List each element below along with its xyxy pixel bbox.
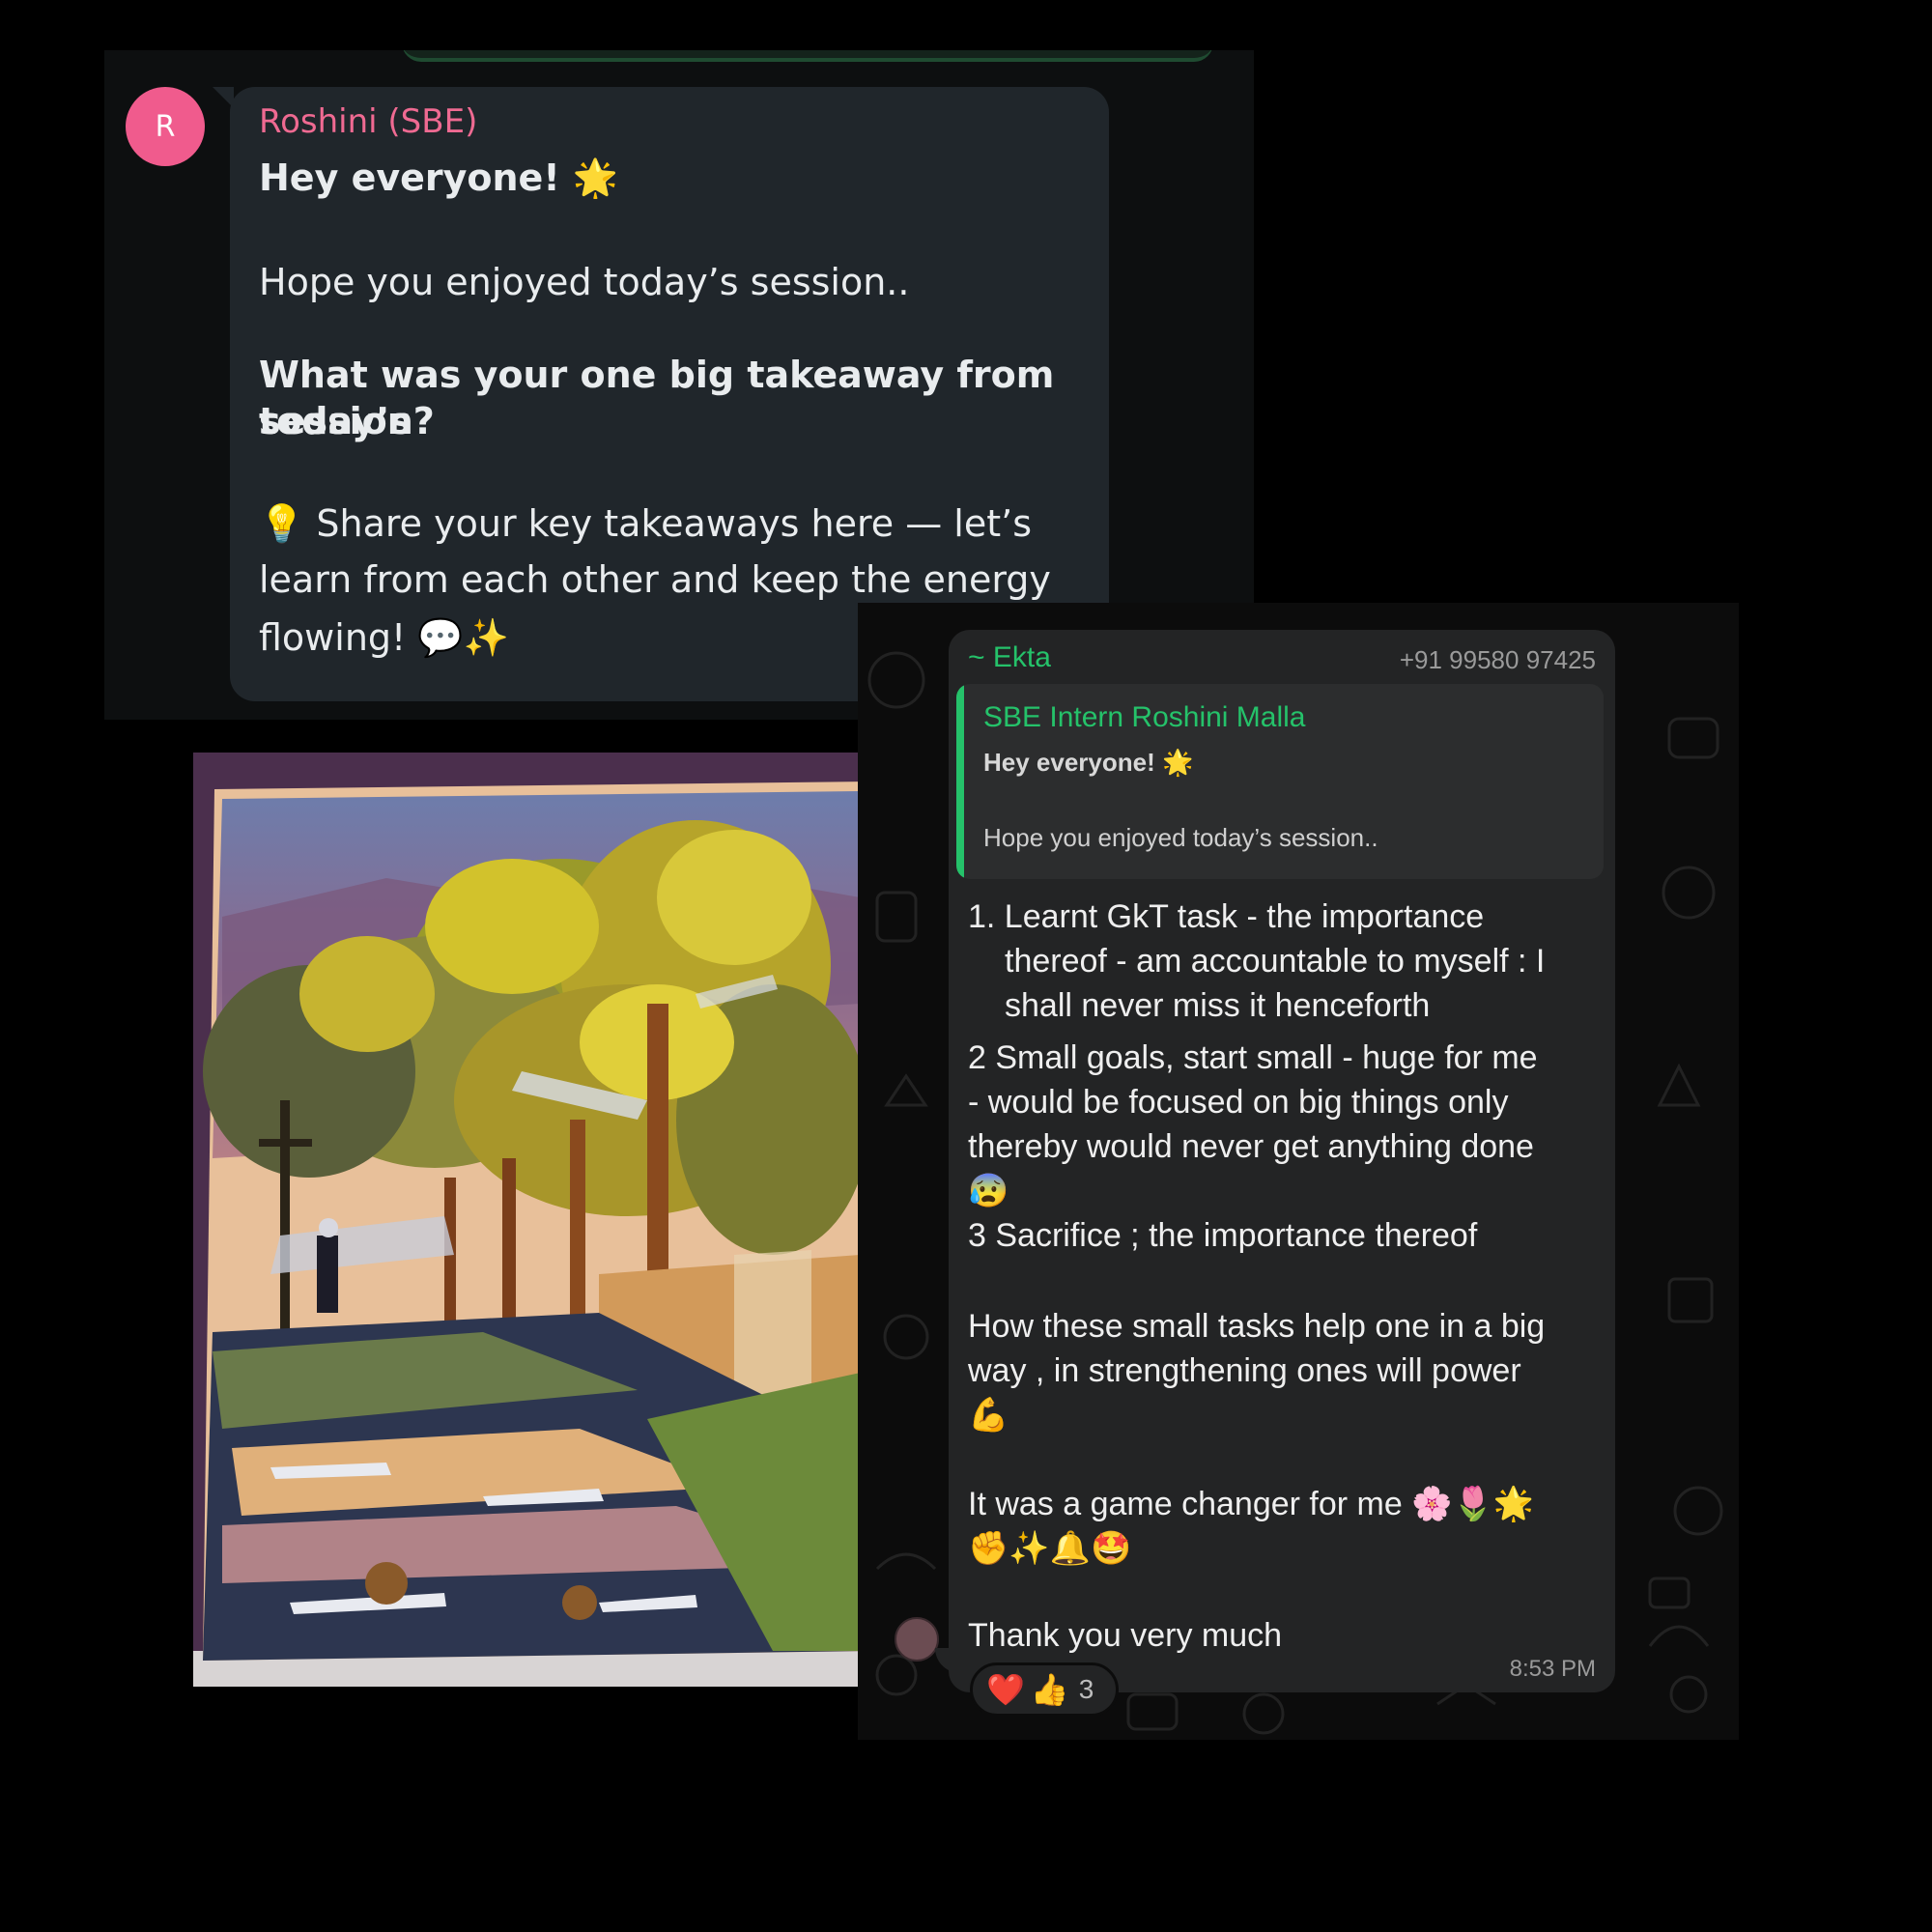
- item-2-line-1: 2 Small goals, start small - huge for me: [968, 1039, 1538, 1076]
- paragraph-1-line-1: How these small tasks help one in a big: [968, 1308, 1546, 1345]
- painting-image: [193, 753, 895, 1687]
- share-line-1: 💡 Share your key takeaways here — let’s: [259, 502, 1032, 545]
- quoted-line-1: Hey everyone! 🌟: [983, 748, 1194, 777]
- chat-screenshot-reply: ~ Ekta +91 99580 97425 SBE Intern Roshin…: [858, 603, 1739, 1740]
- paragraph-1-emoji: 💪: [968, 1397, 1009, 1434]
- thumbs-up-reaction-icon: 👍: [1030, 1671, 1069, 1708]
- item-2-emoji: 😰: [968, 1173, 1009, 1209]
- share-line-2: learn from each other and keep the energ…: [259, 558, 1051, 601]
- paragraph-1-line-2: way , in strengthening ones will power: [968, 1352, 1521, 1389]
- paragraph-2-line-1: It was a game changer for me 🌸🌷🌟: [968, 1486, 1535, 1522]
- item-1-line-1: 1. Learnt GkT task - the importance: [968, 898, 1485, 935]
- item-3: 3 Sacrifice ; the importance thereof: [968, 1217, 1478, 1254]
- sender-name[interactable]: Roshini (SBE): [259, 102, 477, 141]
- quoted-line-2: Hope you enjoyed today’s session..: [983, 823, 1378, 852]
- item-1-line-2: thereof - am accountable to myself : I: [1005, 943, 1546, 980]
- item-1-line-3: shall never miss it henceforth: [1005, 987, 1431, 1024]
- quoted-sender: SBE Intern Roshini Malla: [983, 701, 1306, 733]
- quoted-message[interactable]: SBE Intern Roshini Malla Hey everyone! 🌟…: [956, 684, 1604, 879]
- message-line: Hope you enjoyed today’s session..: [259, 261, 910, 303]
- paragraph-2-line-2: ✊✨🔔🤩: [968, 1530, 1132, 1567]
- previous-message-bubble: [402, 50, 1213, 62]
- sender-avatar[interactable]: [895, 1617, 939, 1662]
- painting-photo[interactable]: [193, 753, 895, 1687]
- item-2-line-3: thereby would never get anything done: [968, 1128, 1534, 1165]
- avatar-letter: R: [155, 109, 176, 144]
- thanks-line: Thank you very much: [968, 1617, 1283, 1654]
- quote-accent-bar: [956, 684, 964, 879]
- reactions-pill[interactable]: ❤️ 👍 3: [970, 1662, 1119, 1717]
- sender-name[interactable]: ~ Ekta: [968, 641, 1051, 674]
- greeting-text: Hey everyone! 🌟: [259, 156, 619, 199]
- item-2-line-2: - would be focused on big things only: [968, 1084, 1509, 1121]
- heart-reaction-icon: ❤️: [986, 1671, 1025, 1708]
- reaction-count: 3: [1078, 1674, 1094, 1704]
- message-timestamp: 8:53 PM: [1509, 1656, 1596, 1682]
- avatar[interactable]: R: [126, 87, 205, 166]
- question-line-2: session?: [259, 400, 435, 442]
- reply-message-bubble[interactable]: ~ Ekta +91 99580 97425 SBE Intern Roshin…: [949, 630, 1615, 1692]
- sender-phone: +91 99580 97425: [1399, 645, 1596, 674]
